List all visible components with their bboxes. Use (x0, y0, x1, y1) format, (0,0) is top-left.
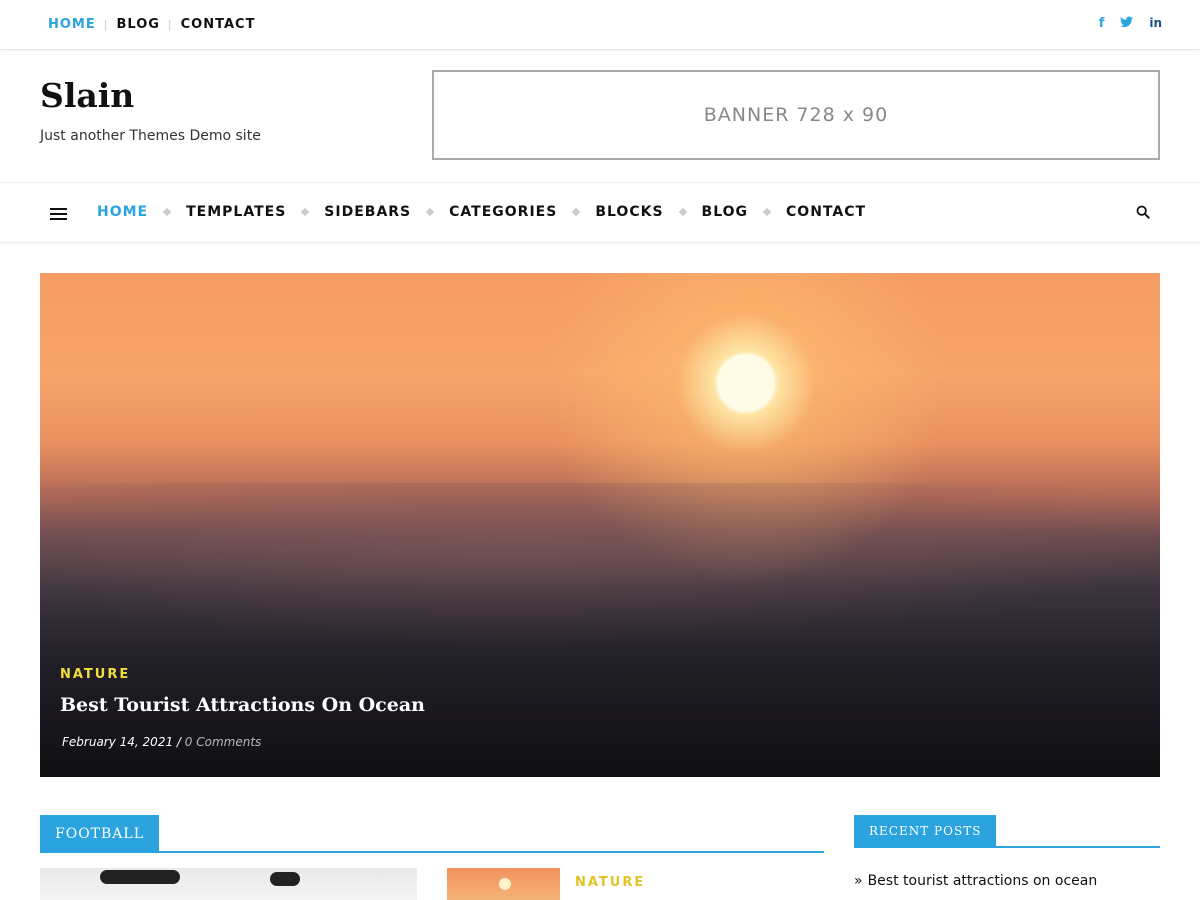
chevron-right-icon: » (854, 873, 863, 889)
hero-title[interactable]: Best Tourist Attractions On Ocean (60, 694, 425, 716)
banner-text: BANNER 728 x 90 (703, 104, 889, 126)
nav-separator (572, 207, 581, 217)
post-thumbnail[interactable] (40, 868, 417, 900)
nav-item-templates[interactable]: TEMPLATES (186, 204, 286, 220)
twitter-icon[interactable] (1120, 16, 1134, 32)
top-bar: HOME | BLOG | CONTACT f in (0, 0, 1200, 50)
site-tagline: Just another Themes Demo site (40, 128, 261, 144)
hero-slide[interactable]: NATURE Best Tourist Attractions On Ocean… (40, 273, 1160, 777)
nav-item-blocks[interactable]: BLOCKS (595, 204, 663, 220)
nav-separator (162, 207, 172, 217)
nav-item-home[interactable]: HOME (97, 204, 148, 220)
search-icon[interactable] (1136, 205, 1150, 219)
banner-ad[interactable]: BANNER 728 x 90 (432, 70, 1160, 160)
nav-separator (425, 207, 435, 217)
hero-meta: February 14, 2021 / 0 Comments (62, 735, 261, 749)
top-nav-home[interactable]: HOME (48, 17, 96, 32)
post-thumbnail[interactable] (447, 868, 560, 900)
nav-item-sidebars[interactable]: SIDEBARS (324, 204, 411, 220)
nav-item-blog[interactable]: BLOG (702, 204, 749, 220)
site-title[interactable]: Slain (40, 76, 134, 115)
top-nav-contact[interactable]: CONTACT (181, 17, 256, 32)
recent-post-title[interactable]: Best tourist attractions on ocean (868, 873, 1098, 889)
section-label-football[interactable]: FOOTBALL (40, 815, 159, 853)
section-header-football: FOOTBALL (40, 815, 824, 853)
nav-separator (678, 207, 687, 217)
nav-separator (762, 207, 772, 217)
hero-comments-link[interactable]: 0 Comments (185, 735, 262, 749)
hero-date: February 14, 2021 (62, 735, 174, 749)
main-menu: HOME TEMPLATES SIDEBARS CATEGORIES BLOCK… (97, 204, 866, 220)
sidebar-label-recent-posts: RECENT POSTS (854, 815, 997, 846)
nav-item-categories[interactable]: CATEGORIES (449, 204, 557, 220)
recent-post-item[interactable]: » Best tourist attractions on ocean (854, 873, 1097, 889)
nav-item-contact[interactable]: CONTACT (786, 204, 866, 220)
top-nav-blog[interactable]: BLOG (116, 17, 159, 32)
main-nav: HOME TEMPLATES SIDEBARS CATEGORIES BLOCK… (0, 182, 1200, 243)
facebook-icon[interactable]: f (1099, 16, 1105, 32)
top-nav-separator: | (103, 18, 109, 31)
sidebar-header-recent-posts: RECENT POSTS (854, 815, 1160, 848)
hamburger-menu-icon[interactable] (50, 208, 67, 220)
nav-separator (301, 207, 310, 217)
social-links: f in (1099, 16, 1162, 32)
post-category[interactable]: NATURE (575, 875, 645, 890)
linkedin-icon[interactable]: in (1149, 16, 1162, 32)
hero-meta-separator: / (176, 735, 181, 749)
post-title-partial[interactable] (575, 893, 725, 900)
top-nav: HOME | BLOG | CONTACT (48, 17, 255, 32)
hero-category[interactable]: NATURE (60, 667, 130, 682)
top-nav-separator: | (167, 18, 173, 31)
